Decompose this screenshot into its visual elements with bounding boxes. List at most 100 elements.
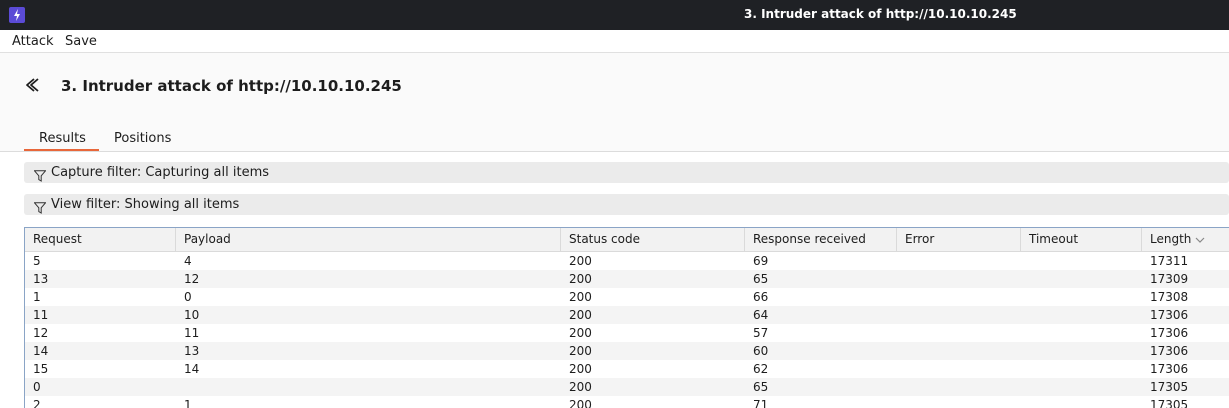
cell-request: 5 <box>33 254 41 268</box>
burp-app-icon <box>9 7 25 23</box>
tab-results[interactable]: Results <box>39 131 86 146</box>
cell-length: 17306 <box>1150 326 1189 340</box>
cell-timeout <box>1021 306 1029 324</box>
table-row[interactable]: 5 4 200 69 17311 <box>25 252 1229 270</box>
view-filter-bar[interactable]: View filter: Showing all items <box>24 194 1229 215</box>
cell-timeout <box>1021 378 1029 396</box>
cell-status-code: 200 <box>569 290 592 304</box>
cell-payload: 0 <box>184 290 192 304</box>
cell-error <box>897 360 905 378</box>
attack-header: 3. Intruder attack of http://10.10.10.24… <box>0 53 1229 151</box>
cell-response-received: 64 <box>753 308 769 322</box>
cell-error <box>897 270 905 288</box>
column-header-length[interactable]: Length <box>1142 228 1229 251</box>
table-row[interactable]: 12 11 200 57 17306 <box>25 324 1229 342</box>
cell-payload: 14 <box>184 362 200 376</box>
cell-error <box>897 324 905 342</box>
column-header-payload[interactable]: Payload <box>176 228 561 251</box>
table-row[interactable]: 2 1 200 71 17305 <box>25 396 1229 408</box>
table-body: 5 4 200 69 17311 13 12 200 65 17309 1 0 200 66 17308 11… <box>25 252 1229 408</box>
cell-length: 17305 <box>1150 398 1189 408</box>
sort-descending-icon <box>1195 237 1205 243</box>
table-row[interactable]: 0 200 65 17305 <box>25 378 1229 396</box>
column-header-request[interactable]: Request <box>25 228 176 251</box>
cell-response-received: 65 <box>753 380 769 394</box>
cell-timeout <box>1021 360 1029 378</box>
cell-length: 17311 <box>1150 254 1189 268</box>
cell-request: 14 <box>33 344 49 358</box>
menu-bar: Attack Save <box>0 30 1229 53</box>
cell-request: 15 <box>33 362 49 376</box>
cell-response-received: 66 <box>753 290 769 304</box>
cell-error <box>897 288 905 306</box>
cell-request: 0 <box>33 380 41 394</box>
cell-response-received: 57 <box>753 326 769 340</box>
cell-error <box>897 252 905 270</box>
window-titlebar: 3. Intruder attack of http://10.10.10.24… <box>0 0 1229 30</box>
cell-timeout <box>1021 288 1029 306</box>
cell-request: 13 <box>33 272 49 286</box>
column-header-timeout[interactable]: Timeout <box>1021 228 1142 251</box>
table-row[interactable]: 1 0 200 66 17308 <box>25 288 1229 306</box>
cell-payload: 13 <box>184 344 200 358</box>
cell-error <box>897 342 905 360</box>
cell-length: 17306 <box>1150 308 1189 322</box>
cell-request: 12 <box>33 326 49 340</box>
cell-error <box>897 306 905 324</box>
cell-payload: 12 <box>184 272 200 286</box>
cell-status-code: 200 <box>569 380 592 394</box>
column-header-response-received[interactable]: Response received <box>745 228 897 251</box>
cell-timeout <box>1021 270 1029 288</box>
cell-error <box>897 396 905 408</box>
filter-icon <box>33 167 47 186</box>
cell-payload: 1 <box>184 398 192 408</box>
page-title: 3. Intruder attack of http://10.10.10.24… <box>61 77 402 95</box>
capture-filter-label: Capture filter: Capturing all items <box>51 165 270 180</box>
tab-positions[interactable]: Positions <box>114 131 171 146</box>
menu-save[interactable]: Save <box>65 34 97 49</box>
cell-timeout <box>1021 324 1029 342</box>
cell-payload <box>176 378 184 396</box>
table-row[interactable]: 14 13 200 60 17306 <box>25 342 1229 360</box>
view-filter-label: View filter: Showing all items <box>51 197 240 212</box>
cell-payload: 10 <box>184 308 200 322</box>
capture-filter-bar[interactable]: Capture filter: Capturing all items <box>24 162 1229 183</box>
cell-request: 2 <box>33 398 41 408</box>
cell-status-code: 200 <box>569 344 592 358</box>
cell-status-code: 200 <box>569 254 592 268</box>
cell-timeout <box>1021 396 1029 408</box>
column-header-status-code[interactable]: Status code <box>561 228 745 251</box>
filter-icon <box>33 199 47 218</box>
cell-timeout <box>1021 252 1029 270</box>
cell-length: 17305 <box>1150 380 1189 394</box>
cell-response-received: 69 <box>753 254 769 268</box>
cell-length: 17309 <box>1150 272 1189 286</box>
intruder-icon <box>24 77 40 97</box>
column-header-error[interactable]: Error <box>897 228 1021 251</box>
cell-response-received: 71 <box>753 398 769 408</box>
cell-request: 1 <box>33 290 41 304</box>
cell-response-received: 62 <box>753 362 769 376</box>
table-row[interactable]: 15 14 200 62 17306 <box>25 360 1229 378</box>
table-row[interactable]: 11 10 200 64 17306 <box>25 306 1229 324</box>
cell-response-received: 60 <box>753 344 769 358</box>
results-table: Request Payload Status code Response rec… <box>24 227 1229 408</box>
cell-error <box>897 378 905 396</box>
cell-status-code: 200 <box>569 272 592 286</box>
cell-status-code: 200 <box>569 326 592 340</box>
cell-length: 17306 <box>1150 344 1189 358</box>
table-header: Request Payload Status code Response rec… <box>25 228 1229 252</box>
window-title: 3. Intruder attack of http://10.10.10.24… <box>744 7 1017 21</box>
cell-timeout <box>1021 342 1029 360</box>
cell-request: 11 <box>33 308 49 322</box>
cell-payload: 11 <box>184 326 200 340</box>
cell-payload: 4 <box>184 254 192 268</box>
cell-status-code: 200 <box>569 308 592 322</box>
cell-status-code: 200 <box>569 362 592 376</box>
cell-response-received: 65 <box>753 272 769 286</box>
menu-attack[interactable]: Attack <box>12 34 54 49</box>
table-row[interactable]: 13 12 200 65 17309 <box>25 270 1229 288</box>
cell-length: 17308 <box>1150 290 1189 304</box>
cell-length: 17306 <box>1150 362 1189 376</box>
cell-status-code: 200 <box>569 398 592 408</box>
